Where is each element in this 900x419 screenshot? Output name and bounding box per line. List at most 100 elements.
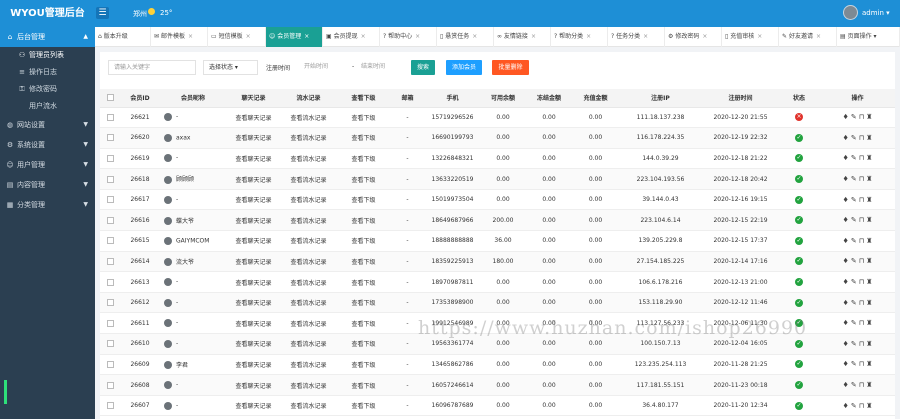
trash-icon[interactable]: ♜ (866, 402, 872, 410)
flow-record-link[interactable]: 查看流水记录 (281, 230, 336, 252)
tab-member-management[interactable]: ☺ 会员管理 × (266, 27, 323, 47)
money-bag-icon[interactable]: ♦ (843, 237, 849, 245)
tab-version-upgrade[interactable]: ⌂ 版本升级 (95, 27, 151, 47)
flow-record-link[interactable]: 查看流水记录 (281, 312, 336, 335)
money-bag-icon[interactable]: ♦ (843, 278, 849, 286)
lock-icon[interactable]: ⊓ (859, 402, 864, 410)
close-icon[interactable]: × (702, 33, 707, 40)
edit-icon[interactable]: ✎ (851, 113, 857, 121)
trash-icon[interactable]: ♜ (866, 257, 872, 265)
view-subordinates-link[interactable]: 查看下级 (336, 127, 391, 149)
view-subordinates-link[interactable]: 查看下级 (336, 189, 391, 211)
close-icon[interactable]: × (531, 33, 536, 40)
keyword-input[interactable]: 请输入关键字 (108, 60, 196, 75)
tab-mail-template[interactable]: ✉ 邮件模板 × (151, 27, 208, 47)
row-checkbox[interactable] (106, 175, 114, 183)
money-bag-icon[interactable]: ♦ (843, 381, 849, 389)
money-bag-icon[interactable]: ♦ (843, 402, 849, 410)
tab-page-operations[interactable]: ▤ 页面操作 ▾ (837, 27, 900, 47)
close-icon[interactable]: × (586, 33, 591, 40)
row-checkbox[interactable] (106, 278, 114, 286)
flow-record-link[interactable]: 查看流水记录 (281, 107, 336, 129)
edit-icon[interactable]: ✎ (851, 216, 857, 224)
view-subordinates-link[interactable]: 查看下级 (336, 271, 391, 293)
lock-icon[interactable]: ⊓ (859, 237, 864, 245)
sidebar-subitem-operation-log[interactable]: ≡ 操作日志 (0, 64, 95, 81)
flow-record-link[interactable]: 查看流水记录 (281, 271, 336, 293)
lock-icon[interactable]: ⊓ (859, 154, 864, 162)
sidebar-item-system-settings[interactable]: ⚙ 系统设置 ▼ (0, 135, 95, 155)
flow-record-link[interactable]: 查看流水记录 (281, 251, 336, 273)
chat-record-link[interactable]: 查看聊天记录 (226, 230, 281, 252)
sidebar-item-category-management[interactable]: ▦ 分类管理 ▼ (0, 195, 95, 215)
sidebar-item-user-management[interactable]: ☺ 用户管理 ▼ (0, 155, 95, 175)
row-checkbox[interactable] (106, 154, 114, 162)
row-checkbox[interactable] (106, 257, 114, 265)
edit-icon[interactable]: ✎ (851, 257, 857, 265)
status-ok-icon[interactable]: ✓ (795, 381, 803, 390)
chat-record-link[interactable]: 查看聊天记录 (226, 312, 281, 335)
edit-icon[interactable]: ✎ (851, 196, 857, 204)
status-ok-icon[interactable]: ✓ (795, 154, 803, 163)
close-icon[interactable]: × (246, 33, 251, 40)
status-banned-icon[interactable]: × (795, 113, 803, 122)
lock-icon[interactable]: ⊓ (859, 216, 864, 224)
status-ok-icon[interactable]: ✓ (795, 339, 803, 348)
trash-icon[interactable]: ♜ (866, 340, 872, 348)
chat-record-link[interactable]: 查看聊天记录 (226, 148, 281, 170)
close-icon[interactable]: × (415, 33, 420, 40)
close-icon[interactable]: × (361, 33, 366, 40)
trash-icon[interactable]: ♜ (866, 216, 872, 224)
view-subordinates-link[interactable]: 查看下级 (336, 374, 391, 396)
status-ok-icon[interactable]: ✓ (795, 216, 803, 225)
lock-icon[interactable]: ⊓ (859, 175, 864, 183)
lock-icon[interactable]: ⊓ (859, 134, 864, 142)
edit-icon[interactable]: ✎ (851, 360, 857, 368)
flow-record-link[interactable]: 查看流水记录 (281, 168, 336, 190)
trash-icon[interactable]: ♜ (866, 154, 872, 162)
sidebar-item-content-management[interactable]: ▤ 内容管理 ▼ (0, 175, 95, 195)
status-ok-icon[interactable]: ✓ (795, 401, 803, 410)
tab-help-center[interactable]: ? 帮助中心 × (380, 27, 437, 47)
row-checkbox[interactable] (106, 134, 114, 142)
row-checkbox[interactable] (106, 299, 114, 307)
money-bag-icon[interactable]: ♦ (843, 299, 849, 307)
money-bag-icon[interactable]: ♦ (843, 216, 849, 224)
tab-friend-links[interactable]: ∞ 友情链接 × (494, 27, 551, 47)
sidebar-item-admin[interactable]: ⌂ 后台管理 ▲ (0, 27, 95, 47)
flow-record-link[interactable]: 查看流水记录 (281, 127, 336, 149)
chat-record-link[interactable]: 查看聊天记录 (226, 333, 281, 355)
row-checkbox[interactable] (106, 196, 114, 204)
lock-icon[interactable]: ⊓ (859, 278, 864, 286)
edit-icon[interactable]: ✎ (851, 278, 857, 286)
flow-record-link[interactable]: 查看流水记录 (281, 395, 336, 417)
flow-record-link[interactable]: 查看流水记录 (281, 148, 336, 170)
view-subordinates-link[interactable]: 查看下级 (336, 354, 391, 376)
status-ok-icon[interactable]: ✓ (795, 195, 803, 204)
add-member-button[interactable]: 添加会员 (446, 60, 482, 75)
edit-icon[interactable]: ✎ (851, 175, 857, 183)
trash-icon[interactable]: ♜ (866, 175, 872, 183)
start-time-input[interactable]: 开始时间 (299, 60, 349, 75)
chat-record-link[interactable]: 查看聊天记录 (226, 127, 281, 149)
row-checkbox[interactable] (106, 237, 114, 245)
lock-icon[interactable]: ⊓ (859, 360, 864, 368)
view-subordinates-link[interactable]: 查看下级 (336, 395, 391, 417)
row-checkbox[interactable] (106, 319, 114, 327)
lock-icon[interactable]: ⊓ (859, 340, 864, 348)
row-checkbox[interactable] (106, 340, 114, 348)
edit-icon[interactable]: ✎ (851, 299, 857, 307)
money-bag-icon[interactable]: ♦ (843, 175, 849, 183)
chat-record-link[interactable]: 查看聊天记录 (226, 374, 281, 396)
view-subordinates-link[interactable]: 查看下级 (336, 251, 391, 273)
chat-record-link[interactable]: 查看聊天记录 (226, 271, 281, 293)
lock-icon[interactable]: ⊓ (859, 299, 864, 307)
view-subordinates-link[interactable]: 查看下级 (336, 333, 391, 355)
lock-icon[interactable]: ⊓ (859, 381, 864, 389)
flow-record-link[interactable]: 查看流水记录 (281, 189, 336, 211)
money-bag-icon[interactable]: ♦ (843, 154, 849, 162)
lock-icon[interactable]: ⊓ (859, 113, 864, 121)
view-subordinates-link[interactable]: 查看下级 (336, 312, 391, 335)
chat-record-link[interactable]: 查看聊天记录 (226, 168, 281, 190)
chat-record-link[interactable]: 查看聊天记录 (226, 292, 281, 314)
